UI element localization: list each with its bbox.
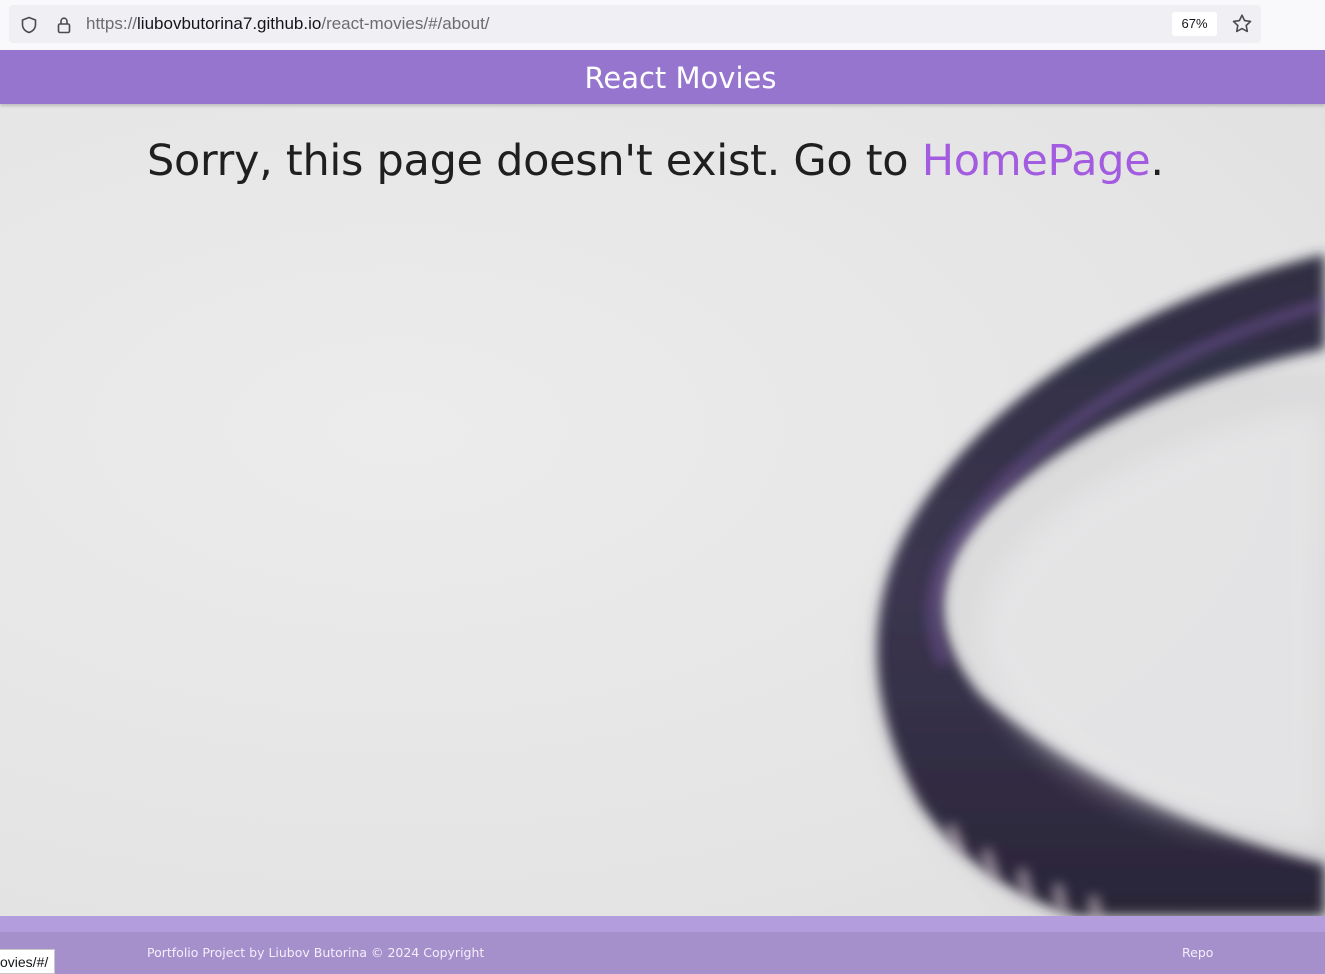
url-host: liubovbutorina7.github.io <box>137 14 322 33</box>
not-found-text: Sorry, this page doesn't exist. Go to <box>147 136 922 186</box>
repo-link[interactable]: Repo <box>1182 945 1213 960</box>
homepage-link[interactable]: HomePage <box>922 136 1151 186</box>
zoom-level-button[interactable]: 67% <box>1172 12 1217 36</box>
url-path: /react-movies/#/about/ <box>321 14 490 33</box>
app-title[interactable]: React Movies <box>585 50 777 106</box>
footer-copyright: Portfolio Project by Liubov Butorina © 2… <box>147 945 485 960</box>
star-icon[interactable] <box>1231 13 1253 35</box>
url-text[interactable]: https://liubovbutorina7.github.io/react-… <box>86 5 490 43</box>
browser-toolbar: https://liubovbutorina7.github.io/react-… <box>0 0 1325 50</box>
main-content: Sorry, this page doesn't exist. Go to Ho… <box>0 104 1325 916</box>
lock-icon[interactable] <box>55 16 73 34</box>
page-footer: Portfolio Project by Liubov Butorina © 2… <box>0 916 1325 974</box>
shield-icon[interactable] <box>20 16 38 34</box>
url-bar[interactable]: https://liubovbutorina7.github.io/react-… <box>9 5 1261 43</box>
film-strip-background-image <box>870 254 1325 916</box>
url-prefix: https:// <box>86 14 138 33</box>
footer-divider <box>0 916 1325 932</box>
app-header: React Movies <box>0 50 1325 104</box>
not-found-message: Sorry, this page doesn't exist. Go to Ho… <box>147 136 1164 186</box>
link-status-tooltip: ovies/#/ <box>0 949 56 974</box>
not-found-period: . <box>1150 136 1164 186</box>
